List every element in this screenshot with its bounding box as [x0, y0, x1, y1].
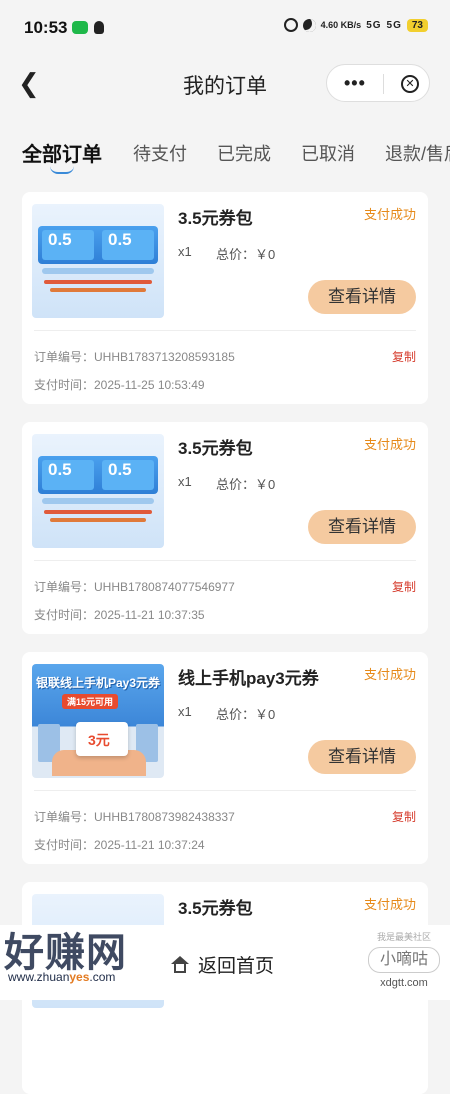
watermark-tagline: 我是最美社区 — [376, 932, 431, 942]
product-name: 3.5元券包 — [178, 439, 253, 458]
thumb-subline — [42, 268, 154, 274]
view-details-button[interactable]: 查看详情 — [308, 740, 416, 774]
divider — [34, 790, 416, 791]
tab-completed[interactable]: 已完成 — [217, 140, 271, 166]
order-status: 支付成功 — [363, 207, 416, 222]
network-speed: 4.60 KB/s — [320, 19, 362, 30]
back-to-home-label: 返回首页 — [198, 956, 275, 977]
battery-badge: 73 — [406, 18, 428, 32]
thumb-coupon-card: 3元 — [76, 722, 128, 756]
product-name: 线上手机pay3元券 — [178, 669, 319, 688]
thumb-banner: 0.5 0.5 — [38, 456, 158, 494]
copy-button[interactable]: 复制 — [392, 808, 416, 825]
quantity: x1 — [178, 474, 192, 489]
product-thumbnail: 银联线上手机Pay3元券 满15元可用 3元 — [32, 664, 164, 778]
order-tabs: 全部订单 待支付 已完成 已取消 退款/售后 — [0, 130, 450, 174]
home-icon — [170, 955, 190, 974]
status-right: 4.60 KB/s 5G 5G 73 — [283, 18, 428, 32]
signal-1: 5G — [366, 19, 382, 31]
copy-button[interactable]: 复制 — [392, 348, 416, 365]
thumb-coupon: 0.5 — [42, 230, 94, 260]
order-status: 支付成功 — [363, 667, 416, 682]
watermark-site: xdgtt.com — [380, 977, 428, 989]
capsule-divider — [383, 74, 384, 94]
order-card[interactable]: 0.5 0.5 3.5元券包 支付成功 x1 总价：￥0 查看详情 订单编号：U… — [22, 192, 428, 404]
thumb-threshold: 满15元可用 — [62, 694, 119, 709]
product-thumbnail: 0.5 0.5 — [32, 204, 164, 318]
thumb-coupon: 0.5 — [102, 460, 154, 490]
order-number: 订单编号：UHHB1783713208593185 — [34, 350, 235, 364]
order-status: 支付成功 — [363, 897, 416, 912]
back-to-home-button[interactable]: 返回首页 — [170, 951, 274, 978]
thumb-subline — [42, 498, 154, 504]
payment-time: 支付时间：2025-11-21 10:37:24 — [34, 838, 205, 852]
moon-icon — [302, 18, 316, 32]
product-name: 3.5元券包 — [178, 209, 253, 228]
thumb-coupon: 0.5 — [102, 230, 154, 260]
watermark-url: www.zhuanyes.com — [8, 970, 116, 984]
qq-icon — [94, 21, 104, 34]
total-price: 总价：￥0 — [216, 477, 276, 492]
total-price: 总价：￥0 — [216, 247, 276, 262]
divider — [34, 330, 416, 331]
tab-refund[interactable]: 退款/售后 — [385, 140, 450, 166]
view-details-button[interactable]: 查看详情 — [308, 510, 416, 544]
watermark-right: 我是最美社区 小嘀咕 xdgtt.com — [368, 930, 440, 989]
payment-time: 支付时间：2025-11-21 10:37:35 — [34, 608, 205, 622]
copy-button[interactable]: 复制 — [392, 578, 416, 595]
mini-program-capsule: ••• ✕ — [326, 64, 430, 102]
close-circle-icon[interactable]: ✕ — [401, 75, 419, 93]
thumb-note — [50, 288, 146, 292]
alarm-icon — [283, 18, 298, 32]
status-time: 10:53 — [24, 18, 68, 37]
product-thumbnail: 0.5 0.5 — [32, 434, 164, 548]
thumb-note — [50, 518, 146, 522]
tab-active-indicator — [50, 166, 74, 174]
quantity: x1 — [178, 704, 192, 719]
wechat-icon — [72, 21, 88, 34]
divider — [34, 560, 416, 561]
status-bar: 10:53 4.60 KB/s 5G 5G 73 — [0, 0, 450, 56]
watermark-logo: 小嘀咕 — [368, 947, 440, 973]
quantity: x1 — [178, 244, 192, 259]
order-card[interactable]: 银联线上手机Pay3元券 满15元可用 3元 线上手机pay3元券 支付成功 x… — [22, 652, 428, 864]
header: ❮ 我的订单 ••• ✕ — [0, 56, 450, 112]
thumb-note — [44, 510, 152, 514]
product-name: 3.5元券包 — [178, 899, 253, 918]
thumb-coupon: 0.5 — [42, 460, 94, 490]
thumb-headline: 银联线上手机Pay3元券 — [36, 676, 161, 690]
total-price: 总价：￥0 — [216, 707, 276, 722]
order-number: 订单编号：UHHB1780873982438337 — [34, 810, 235, 824]
tab-pending-payment[interactable]: 待支付 — [133, 140, 187, 166]
tab-all-orders[interactable]: 全部订单 — [22, 138, 102, 167]
signal-2: 5G — [386, 19, 402, 31]
more-dots-icon[interactable]: ••• — [344, 74, 366, 92]
thumb-banner: 0.5 0.5 — [38, 226, 158, 264]
order-card[interactable]: 0.5 0.5 3.5元券包 支付成功 x1 总价：￥0 查看详情 订单编号：U… — [22, 422, 428, 634]
view-details-button[interactable]: 查看详情 — [308, 280, 416, 314]
payment-time: 支付时间：2025-11-25 10:53:49 — [34, 378, 205, 392]
watermark-left: 好赚网 www.zhuanyes.com — [4, 920, 127, 984]
tab-cancelled[interactable]: 已取消 — [301, 140, 355, 166]
order-status: 支付成功 — [363, 437, 416, 452]
thumb-note — [44, 280, 152, 284]
order-number: 订单编号：UHHB1780874077546977 — [34, 580, 235, 594]
